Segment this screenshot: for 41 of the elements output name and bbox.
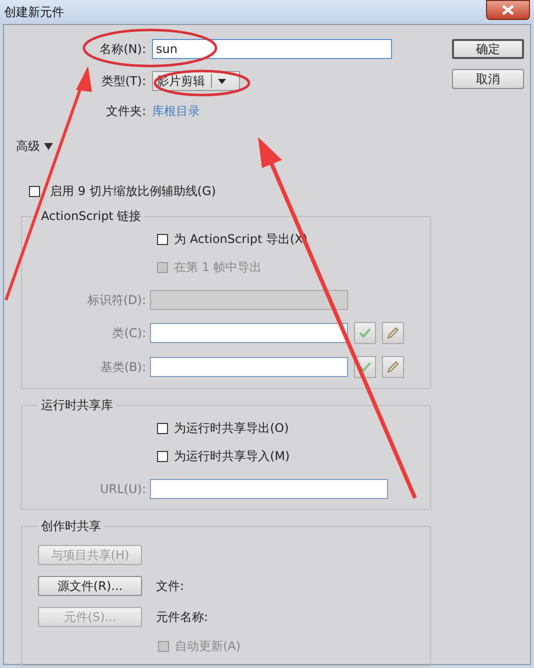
text-input[interactable] xyxy=(150,323,348,343)
info-label: 元件名称: xyxy=(156,608,208,626)
group-title: ActionScript 链接 xyxy=(40,208,142,225)
checkmark-icon xyxy=(359,328,371,338)
field-label: 类(C): xyxy=(111,324,147,342)
checkbox[interactable] xyxy=(157,451,168,462)
pencil-icon xyxy=(386,360,400,374)
pencil-icon xyxy=(386,326,400,340)
checkbox[interactable] xyxy=(157,234,168,245)
checkbox-label: 为运行时共享导入(M) xyxy=(174,448,290,465)
checkbox-label: 启用 9 切片缩放比例辅助线(G) xyxy=(50,183,216,200)
info-label: 文件: xyxy=(156,578,184,594)
field-label: 名称(N): xyxy=(98,40,147,58)
checkbox-label: 自动更新(A) xyxy=(175,638,241,655)
caret-icon xyxy=(218,78,226,84)
dialog-button[interactable]: 确定 xyxy=(452,39,524,59)
close-button[interactable] xyxy=(486,0,530,20)
checkbox-label: 在第 1 帧中导出 xyxy=(174,259,262,276)
checkbox[interactable] xyxy=(29,186,40,197)
name-input[interactable]: sun xyxy=(152,39,392,59)
url-input[interactable] xyxy=(150,479,388,499)
field-label: 标识符(D): xyxy=(86,292,147,308)
caret-icon xyxy=(44,143,53,150)
edit-button[interactable] xyxy=(382,322,404,344)
field-label: 文件夹: xyxy=(104,103,147,120)
checkbox[interactable] xyxy=(157,423,168,434)
text-input[interactable] xyxy=(150,357,348,377)
edit-button[interactable] xyxy=(382,356,404,378)
share-button[interactable]: 源文件(R)... xyxy=(38,576,142,596)
window-title: 创建新元件 xyxy=(4,4,64,20)
checkmark-icon xyxy=(359,362,371,372)
group-title: 创作时共享 xyxy=(40,518,102,535)
dialog-button[interactable]: 取消 xyxy=(452,69,524,89)
group-title: 运行时共享库 xyxy=(40,397,114,414)
validate-button[interactable] xyxy=(354,322,376,344)
field-label: 类型(T): xyxy=(100,72,147,90)
close-icon xyxy=(502,5,514,15)
field-label: 基类(B): xyxy=(99,358,147,376)
checkbox-label: 为运行时共享导出(O) xyxy=(174,420,289,437)
field-label: URL(U): xyxy=(99,482,147,496)
advanced-toggle[interactable]: 高级 xyxy=(16,138,53,155)
